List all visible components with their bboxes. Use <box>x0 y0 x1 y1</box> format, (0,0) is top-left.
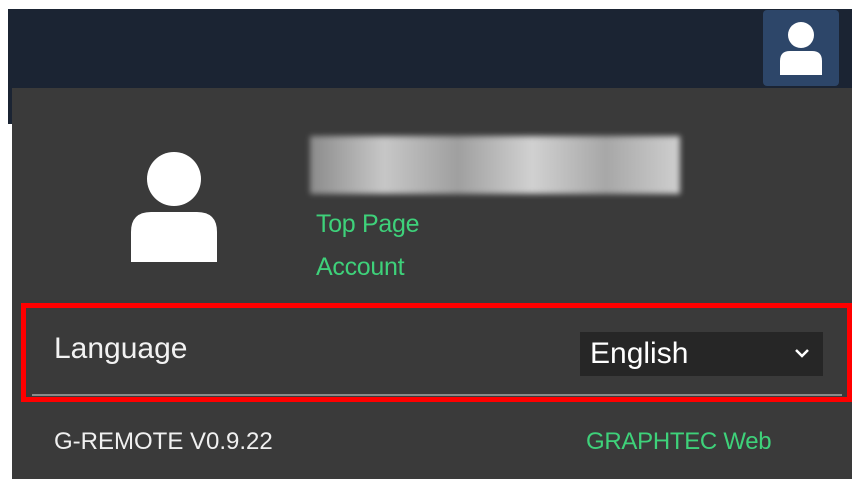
account-link[interactable]: Account <box>316 253 405 282</box>
graphtec-web-link[interactable]: GRAPHTEC Web <box>586 428 772 456</box>
language-label: Language <box>54 332 188 365</box>
language-selected-value: English <box>590 337 689 370</box>
avatar <box>131 152 217 262</box>
divider <box>32 394 842 396</box>
chevron-down-icon <box>795 349 809 358</box>
language-select[interactable]: English <box>580 332 823 376</box>
user-menu-button[interactable] <box>763 10 839 86</box>
version-label: G-REMOTE V0.9.22 <box>54 428 273 455</box>
top-page-link[interactable]: Top Page <box>316 210 420 239</box>
top-bar <box>8 9 852 92</box>
username-redacted <box>310 136 680 194</box>
user-icon <box>780 22 822 75</box>
